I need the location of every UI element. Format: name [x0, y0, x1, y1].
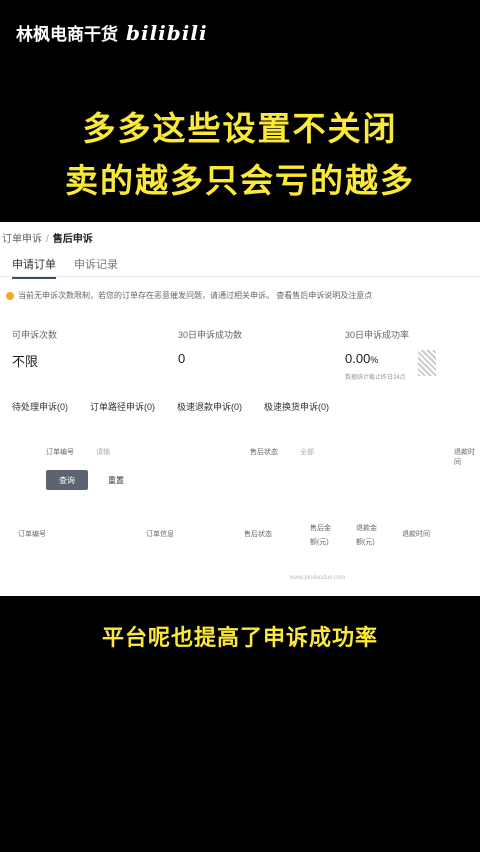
stat-unit: % [370, 355, 379, 365]
tab-divider [0, 276, 480, 277]
headline-line-1: 多多这些设置不关闭 [82, 109, 398, 148]
brand: 林枫电商干货 bilibili [16, 20, 208, 46]
bilibili-logo: bilibili [126, 20, 208, 45]
th-status: 售后状态 [244, 531, 272, 538]
notice-text: 当前无申诉次数限制，若您的订单存在恶意催发问题，请通过相关申诉。 查看售后申诉说… [18, 291, 373, 300]
stat-value: 不限 [12, 354, 39, 369]
status-select[interactable]: 全部 [300, 447, 314, 457]
th-order-info: 订单信息 [146, 531, 174, 538]
refund-time-label: 退款时间 [454, 449, 475, 466]
breadcrumb-current: 售后申诉 [52, 234, 93, 245]
stat-label: 30日申诉成功数 [178, 330, 243, 340]
reset-button[interactable]: 重置 [108, 475, 124, 486]
stat-30d-success-rate: 30日申诉成功率 0.00% 数据统计截止昨日24点 [345, 328, 409, 381]
qr-code-icon [418, 350, 436, 376]
warning-icon [6, 291, 14, 300]
notice-bar: 当前无申诉次数限制，若您的订单存在恶意催发问题，请通过相关申诉。 查看售后申诉说… [6, 290, 372, 301]
query-button[interactable]: 查询 [46, 470, 88, 490]
watermark: www.pinduoduo.com [290, 575, 346, 581]
stat-value: 0 [178, 351, 186, 366]
stat-value: 0.00 [345, 351, 371, 366]
brand-name: 林枫电商干货 [16, 25, 118, 45]
breadcrumb-parent[interactable]: 订单申诉 [2, 234, 42, 245]
th-order-no: 订单编号 [18, 531, 46, 538]
order-no-label: 订单编号 [46, 449, 74, 456]
stat-label: 可申诉次数 [12, 330, 58, 340]
filter-fast-exchange[interactable]: 极速换货申诉(0) [264, 400, 329, 413]
filter-fast-refund[interactable]: 极速退款申诉(0) [177, 400, 242, 413]
filter-order-path[interactable]: 订单路径申诉(0) [90, 400, 155, 413]
stat-remaining-appeals: 可申诉次数 不限 [12, 328, 57, 370]
filter-tabs: 待处理申诉(0) 订单路径申诉(0) 极速退款申诉(0) 极速换货申诉(0) [12, 400, 329, 413]
stat-label: 30日申诉成功率 [345, 330, 410, 340]
stat-30d-success-count: 30日申诉成功数 0 [178, 328, 242, 366]
bottom-caption: 平台呢也提高了申诉成功率 [101, 626, 378, 651]
th-aftersale-amount: 售后金额(元) [310, 525, 331, 546]
filter-pending[interactable]: 待处理申诉(0) [12, 400, 68, 413]
order-no-input[interactable]: 请输 [96, 447, 110, 457]
th-refund-time: 退款时间 [402, 531, 430, 538]
app-screenshot: 订单申诉 / 售后申诉 申请订单 申诉记录 当前无申诉次数限制，若您的订单存在恶意催… [0, 222, 480, 596]
status-label: 售后状态 [250, 449, 278, 456]
headline-line-2: 卖的越多只会亏的越多 [65, 161, 415, 200]
breadcrumb: 订单申诉 / 售后申诉 [2, 234, 93, 245]
stat-note: 数据统计截止昨日24点 [345, 375, 406, 381]
th-refund-amount: 退款金额(元) [356, 525, 377, 546]
